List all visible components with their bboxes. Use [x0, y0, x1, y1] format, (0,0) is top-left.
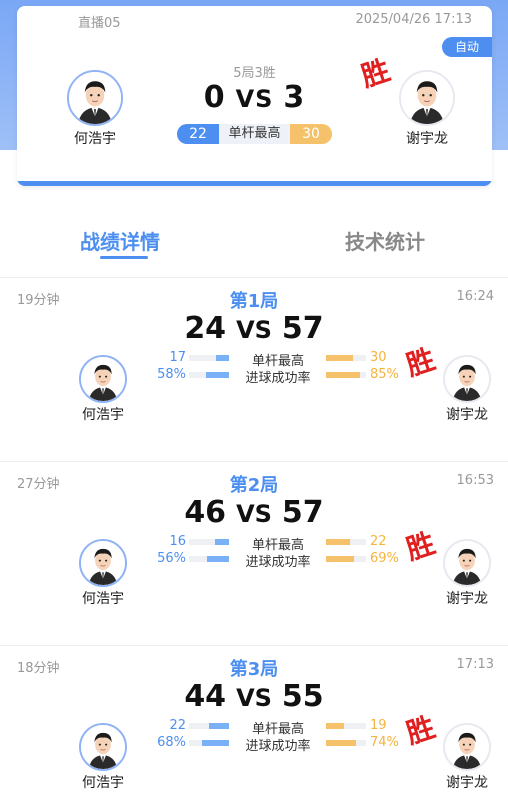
game-title: 第2局 [229, 475, 279, 496]
vs-label: VS [236, 316, 272, 344]
pot-success-right-bar [326, 372, 366, 378]
game-score-right: 57 [281, 311, 324, 346]
pot-success-label: 进球成功率 [245, 555, 311, 570]
high-break-summary: 22 单杆最高 30 [177, 124, 332, 144]
pot-success-right-bar [326, 740, 366, 746]
high-break-left-fill [214, 539, 229, 545]
tab-bar: 战绩详情 技术统计 [0, 210, 508, 276]
high-break-left-bar [189, 355, 229, 361]
divider [0, 461, 508, 462]
player-right-name: 谢宇龙 [446, 407, 488, 423]
high-break-right-bar [326, 355, 366, 361]
pot-success-left-bar [189, 740, 229, 746]
player-left-name: 何浩宇 [82, 775, 124, 791]
high-break-right-value: 22 [370, 534, 387, 549]
tab-tech-stats[interactable]: 技术统计 [345, 226, 425, 255]
high-break-right-fill [326, 723, 344, 729]
game-section[interactable]: 18分钟 第3局 17:13 44 VS 55 22 单杆最高 19 68% 进球成… [0, 647, 508, 797]
tab-record-details[interactable]: 战绩详情 [80, 226, 160, 255]
pot-success-left-value: 56% [157, 551, 186, 566]
game-score-left: 24 [184, 311, 227, 346]
game-score-left: 46 [184, 495, 227, 530]
pot-success-left-bar [189, 556, 229, 562]
high-break-right: 30 [290, 124, 332, 144]
pot-success-left-fill [201, 740, 229, 746]
game-end-time: 17:13 [456, 657, 494, 672]
pot-success-right-fill [326, 740, 356, 746]
card-accent-strip [17, 181, 492, 186]
pot-success-right-fill [326, 556, 354, 562]
game-section[interactable]: 19分钟 第1局 16:24 24 VS 57 17 单杆最高 30 58% 进球成… [0, 279, 508, 463]
high-break-left-fill [215, 355, 229, 361]
high-break-left-value: 22 [169, 718, 186, 733]
high-break-right-bar [326, 539, 366, 545]
vs-label: VS [235, 85, 274, 113]
game-score-right: 57 [281, 495, 324, 530]
player-right-name: 谢宇龙 [446, 591, 488, 607]
player-right-name: 谢宇龙 [446, 775, 488, 791]
score-right: 3 [283, 80, 306, 115]
auto-badge[interactable]: 自动 [442, 37, 492, 57]
pot-success-label: 进球成功率 [245, 371, 311, 386]
game-section[interactable]: 27分钟 第2局 16:53 46 VS 57 16 单杆最高 22 56% 进球成… [0, 463, 508, 647]
channel-label: 直播05 [78, 16, 121, 31]
match-format: 5局3胜 [233, 66, 276, 81]
high-break-right-fill [326, 355, 353, 361]
pot-success-left-fill [205, 372, 229, 378]
high-break-left-fill [209, 723, 229, 729]
pot-success-right-value: 85% [370, 367, 399, 382]
high-break-left-value: 17 [169, 350, 186, 365]
match-score: 0 VS 3 [17, 80, 492, 115]
player-right-avatar[interactable] [443, 539, 491, 587]
pot-success-left-fill [206, 556, 229, 562]
player-right-avatar[interactable] [443, 355, 491, 403]
game-score: 46 VS 57 [0, 495, 508, 530]
game-end-time: 16:24 [456, 289, 494, 304]
player-left-name: 何浩宇 [82, 407, 124, 423]
score-left: 0 [203, 80, 226, 115]
high-break-left-bar [189, 539, 229, 545]
high-break-label: 单杆最高 [219, 124, 290, 144]
vs-label: VS [236, 500, 272, 528]
pot-success-right-bar [326, 556, 366, 562]
player-right-avatar[interactable] [443, 723, 491, 771]
vs-label: VS [236, 684, 272, 712]
pot-success-left-bar [189, 372, 229, 378]
active-tab-indicator [100, 256, 148, 259]
game-score: 44 VS 55 [0, 679, 508, 714]
high-break-left-value: 16 [169, 534, 186, 549]
player-right-name: 谢宇龙 [406, 131, 448, 147]
game-end-time: 16:53 [456, 473, 494, 488]
pot-success-left-value: 58% [157, 367, 186, 382]
game-title: 第1局 [229, 291, 279, 312]
high-break-right-value: 19 [370, 718, 387, 733]
match-datetime: 2025/04/26 17:13 [355, 12, 472, 27]
high-break-left: 22 [177, 124, 219, 144]
high-break-right-bar [326, 723, 366, 729]
divider [0, 277, 508, 278]
player-left-name: 何浩宇 [74, 131, 116, 147]
pot-success-right-fill [326, 372, 360, 378]
player-left-avatar[interactable] [79, 355, 127, 403]
game-score: 24 VS 57 [0, 311, 508, 346]
player-left-avatar[interactable] [79, 539, 127, 587]
player-left-avatar[interactable] [79, 723, 127, 771]
pot-success-right-value: 74% [370, 735, 399, 750]
game-score-left: 44 [184, 679, 227, 714]
game-title: 第3局 [229, 659, 279, 680]
divider [0, 645, 508, 646]
pot-success-left-value: 68% [157, 735, 186, 750]
match-summary-card: 直播05 2025/04/26 17:13 自动 何浩宇 谢宇龙 胜 5局3胜 … [17, 6, 492, 186]
player-left-name: 何浩宇 [82, 591, 124, 607]
high-break-right-value: 30 [370, 350, 387, 365]
high-break-right-fill [326, 539, 350, 545]
game-score-right: 55 [281, 679, 324, 714]
pot-success-right-value: 69% [370, 551, 399, 566]
pot-success-label: 进球成功率 [245, 739, 311, 754]
high-break-left-bar [189, 723, 229, 729]
